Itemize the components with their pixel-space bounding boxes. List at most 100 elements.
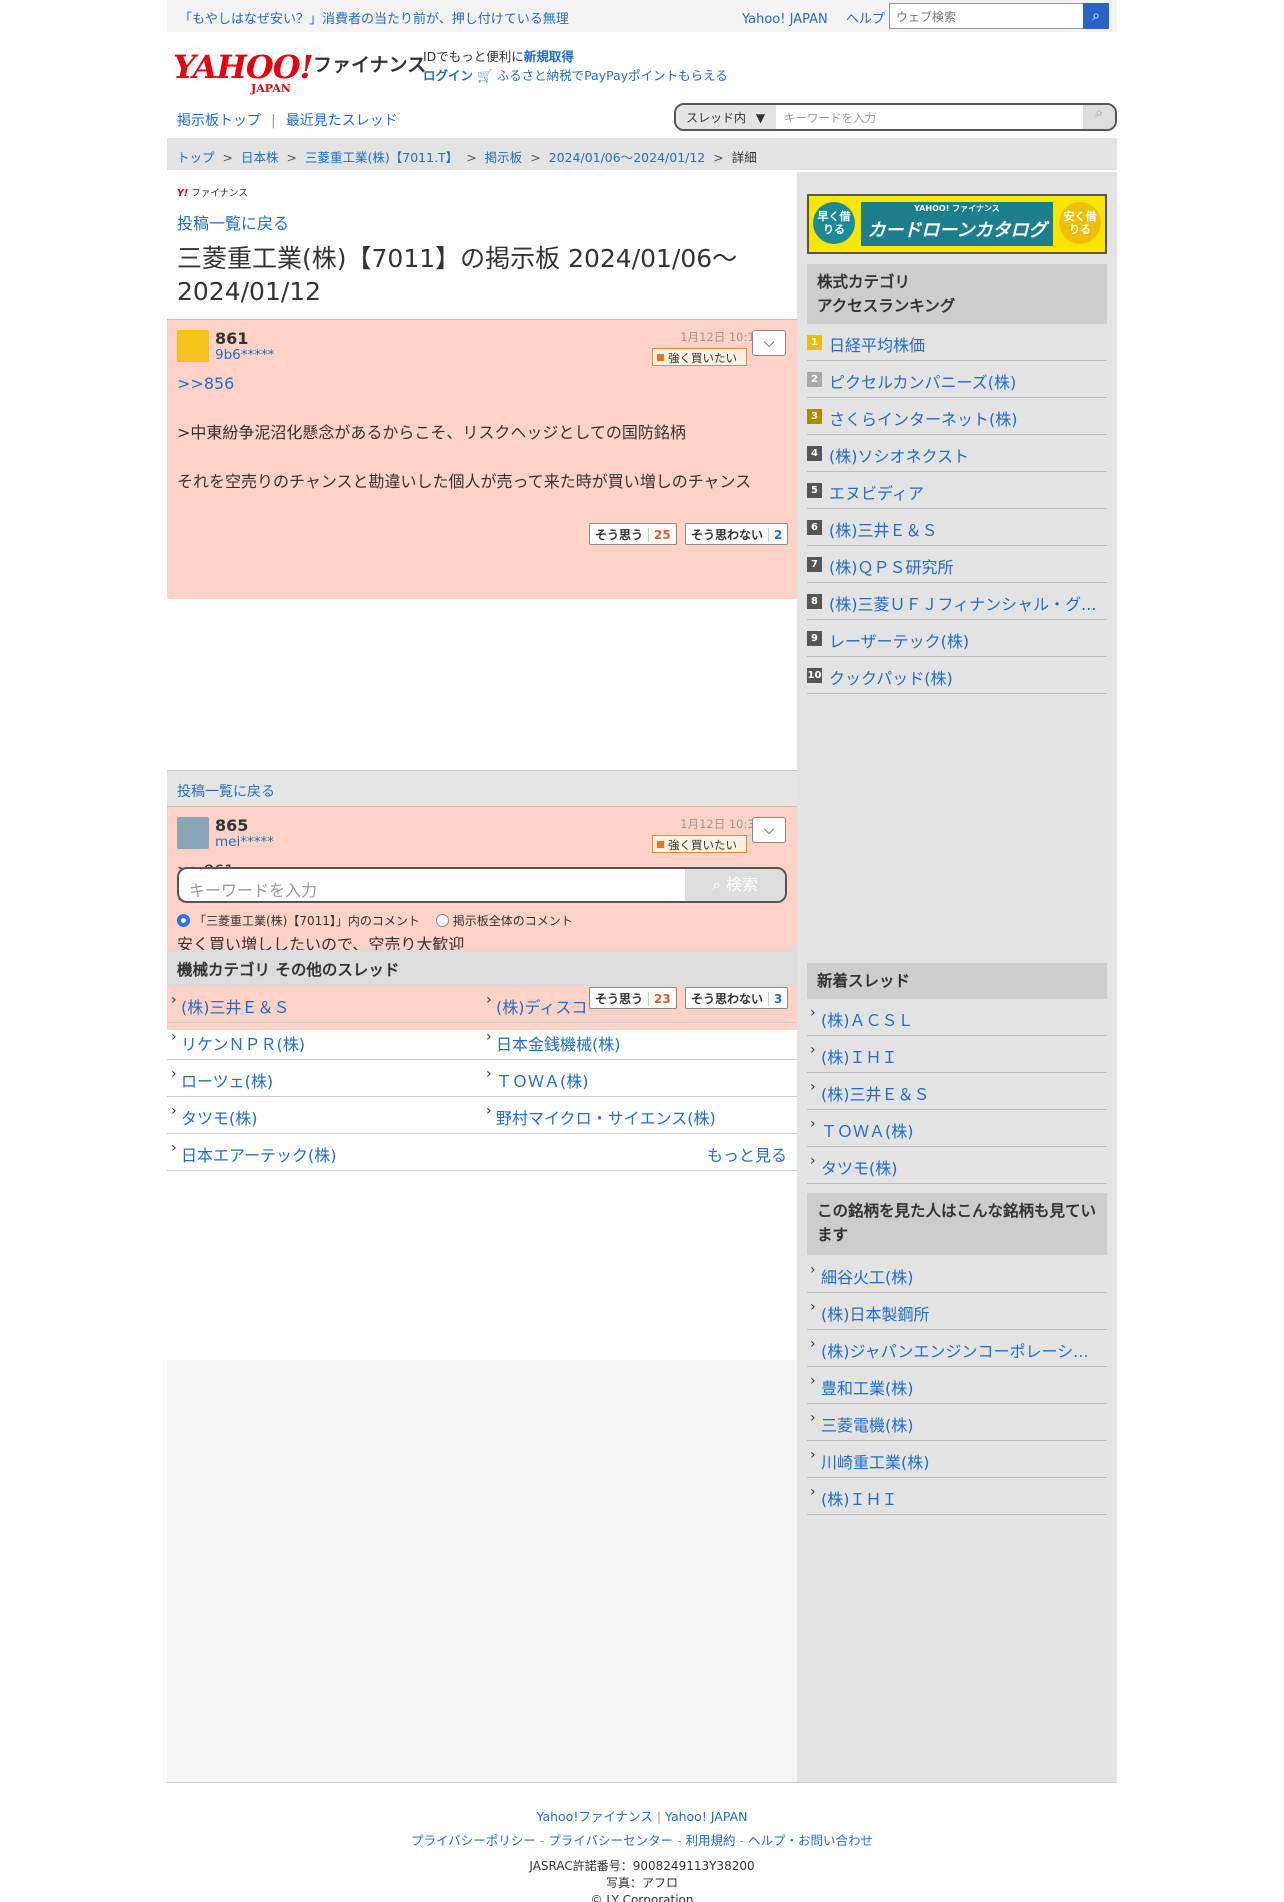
ranking-item[interactable]: 5 エヌビディア [807, 472, 1107, 509]
logo-japan: JAPAN [251, 82, 291, 95]
register-link[interactable]: 新規取得 [524, 49, 574, 64]
agree-button[interactable]: そう思う 25 [589, 523, 677, 545]
ranking-item[interactable]: 2 ピクセルカンパニーズ(株) [807, 361, 1107, 398]
top-bar: 「もやしはなぜ安い？」消費者の当たり前が、押し付けている無理 Yahoo! JA… [167, 0, 1117, 32]
logo-finance: ファイナンス [313, 54, 427, 76]
also-viewed-heading: この銘柄を見た人はこんな銘柄も見ています [807, 1193, 1107, 1255]
page-title: 三菱重工業(株)【7011】の掲示板 2024/01/06〜2024/01/12 [177, 244, 738, 306]
search-scope-select[interactable]: スレッド内 ▼ [676, 105, 776, 129]
post-number[interactable]: 861 [215, 329, 248, 348]
breadcrumb-japan-stocks[interactable]: 日本株 [241, 150, 279, 165]
also-viewed-link[interactable]: 細谷火工(株) [807, 1256, 1107, 1293]
also-viewed-link[interactable]: 豊和工業(株) [807, 1367, 1107, 1404]
ranking-item[interactable]: 10 クックパッド(株) [807, 657, 1107, 694]
web-search-input[interactable]: ウェブ検索 [889, 3, 1087, 29]
yahoo-finance-logo[interactable]: YAHOO! JAPAN ファイナンス [173, 48, 426, 95]
yahoo-japan-link[interactable]: Yahoo! JAPAN [742, 12, 828, 27]
board-top-link[interactable]: 掲示板トップ [177, 113, 261, 129]
new-thread-link[interactable]: ＴＯＷＡ(株) [807, 1110, 1107, 1147]
comment-search-box: キーワードを入力 ⌕ 検索 [177, 867, 787, 903]
breadcrumb-current: 詳細 [731, 150, 757, 165]
breadcrumb-period[interactable]: 2024/01/06〜2024/01/12 [549, 150, 706, 165]
post-user[interactable]: 9b6***** [215, 347, 275, 363]
ranking-item[interactable]: 7 (株)ＱＰＳ研究所 [807, 546, 1107, 583]
also-viewed-link[interactable]: (株)ＩＨＩ [807, 1478, 1107, 1515]
post-menu-button[interactable]: ⌵ [752, 817, 786, 843]
other-thread-link[interactable]: ローツェ(株) [167, 1060, 482, 1097]
breadcrumb-stock[interactable]: 三菱重工業(株)【7011.T】 [305, 150, 458, 165]
recent-threads-link[interactable]: 最近見たスレッド [286, 113, 398, 129]
ad-title: カードローンカタログ [867, 220, 1047, 241]
reply-link[interactable]: >>856 [177, 372, 234, 397]
id-box: IDでもっと便利に新規取得 ログイン 🛒 ふるさと納税でPayPayポイントもら… [423, 47, 728, 85]
new-thread-link[interactable]: (株)三井Ｅ＆Ｓ [807, 1073, 1107, 1110]
footer-finance-link[interactable]: Yahoo!ファイナンス [537, 1809, 653, 1824]
other-thread-link[interactable]: 日本金銭機械(株) [482, 1023, 797, 1060]
footer-terms-link[interactable]: 利用規約 [685, 1833, 735, 1848]
ranking-item[interactable]: 4 (株)ソシオネクスト [807, 435, 1107, 472]
disagree-count: 2 [768, 528, 783, 542]
post-date: 1月12日 10:31 [680, 817, 762, 831]
ad-brand: YAHOO! ファイナンス [914, 204, 1000, 213]
post-user[interactable]: mei***** [215, 834, 274, 850]
login-link[interactable]: ログイン [423, 68, 473, 83]
ranking-item[interactable]: 3 さくらインターネット(株) [807, 398, 1107, 435]
new-thread-link[interactable]: (株)ＡＣＳＬ [807, 999, 1107, 1036]
other-thread-link[interactable]: (株)三井Ｅ＆Ｓ [167, 986, 482, 1023]
other-thread-link[interactable]: ＴＯＷＡ(株) [482, 1060, 797, 1097]
also-viewed-link[interactable]: (株)ジャパンエンジンコーポレーシ... [807, 1330, 1107, 1367]
other-thread-link[interactable]: (株)ディスコ [482, 986, 797, 1023]
post-number[interactable]: 865 [215, 816, 248, 835]
comment-search-button[interactable]: ⌕ 検索 [685, 869, 785, 901]
caret-down-icon: ▼ [755, 111, 766, 125]
sentiment-badge: 強く買いたい [652, 835, 747, 853]
other-thread-link[interactable]: 野村マイクロ・サイエンス(株) [482, 1097, 797, 1134]
jasrac-number: JASRAC許諾番号：9008249113Y38200 [529, 1859, 755, 1873]
post-menu-button[interactable]: ⌵ [752, 330, 786, 356]
footer-help-link[interactable]: ヘルプ・お問い合わせ [748, 1833, 873, 1848]
photo-credit: 写真：アフロ [605, 1876, 678, 1890]
search-icon: ⌕ [1092, 8, 1100, 24]
post-body: >中東紛争泥沼化懸念があるからこそ、リスクヘッジとしての国防銘柄 それを空売りの… [177, 423, 752, 491]
other-thread-link[interactable]: リケンＮＰＲ(株) [167, 1023, 482, 1060]
also-viewed-link[interactable]: (株)日本製鋼所 [807, 1293, 1107, 1330]
user-avatar[interactable] [177, 330, 209, 362]
breadcrumb-top[interactable]: トップ [177, 150, 215, 165]
ad-right-badge: 安く借りる [1059, 202, 1101, 244]
back-to-list-link[interactable]: 投稿一覧に戻る [177, 210, 289, 234]
new-thread-link[interactable]: タツモ(株) [807, 1147, 1107, 1184]
news-headline-link[interactable]: 「もやしはなぜ安い？」消費者の当たり前が、押し付けている無理 [179, 8, 569, 27]
other-thread-link[interactable]: 日本エアーテック(株) [167, 1134, 482, 1171]
thread-search-button[interactable]: ⌕ [1083, 105, 1115, 129]
web-search-button[interactable]: ⌕ [1083, 3, 1109, 29]
ranking-item[interactable]: 8 (株)三菱ＵＦＪフィナンシャル・グ... [807, 583, 1107, 620]
empty-area [167, 1360, 797, 1782]
ranking-item[interactable]: 6 (株)三井Ｅ＆Ｓ [807, 509, 1107, 546]
more-threads-link[interactable]: もっと見る [482, 1134, 797, 1171]
radio-all-boards-label[interactable]: 掲示板全体のコメント [453, 914, 573, 928]
ranking-item[interactable]: 1 日経平均株価 [807, 324, 1107, 361]
radio-this-board-label[interactable]: 「三菱重工業(株)【7011】」内のコメント [194, 914, 420, 928]
agree-count: 25 [648, 528, 671, 542]
logo-yahoo: YAHOO! [173, 48, 314, 86]
other-thread-link[interactable]: タツモ(株) [167, 1097, 482, 1134]
back-to-list-link-2[interactable]: 投稿一覧に戻る [167, 770, 797, 806]
also-viewed-link[interactable]: 川崎重工業(株) [807, 1441, 1107, 1478]
user-avatar[interactable] [177, 817, 209, 849]
radio-this-board[interactable] [177, 914, 190, 927]
comment-search-input[interactable]: キーワードを入力 [189, 877, 317, 901]
disagree-button[interactable]: そう思わない 2 [685, 523, 789, 545]
footer-privacy-policy-link[interactable]: プライバシーポリシー [411, 1833, 536, 1848]
breadcrumb-board[interactable]: 掲示板 [485, 150, 523, 165]
thread-search-input[interactable]: キーワードを入力 [784, 110, 876, 126]
also-viewed-link[interactable]: 三菱電機(株) [807, 1404, 1107, 1441]
cardloan-ad-banner[interactable]: 早く借りる YAHOO! ファイナンス カードローンカタログ 安く借りる [807, 194, 1107, 254]
furusato-promo-link[interactable]: ふるさと納税でPayPayポイントもらえる [497, 68, 728, 83]
footer-privacy-center-link[interactable]: プライバシーセンター [548, 1833, 673, 1848]
help-link[interactable]: ヘルプ [846, 12, 885, 27]
search-scope-label: スレッド内 [686, 111, 747, 125]
footer-yahoo-link[interactable]: Yahoo! JAPAN [665, 1809, 747, 1824]
new-thread-link[interactable]: (株)ＩＨＩ [807, 1036, 1107, 1073]
ranking-item[interactable]: 9 レーザーテック(株) [807, 620, 1107, 657]
radio-all-boards[interactable] [435, 914, 449, 927]
